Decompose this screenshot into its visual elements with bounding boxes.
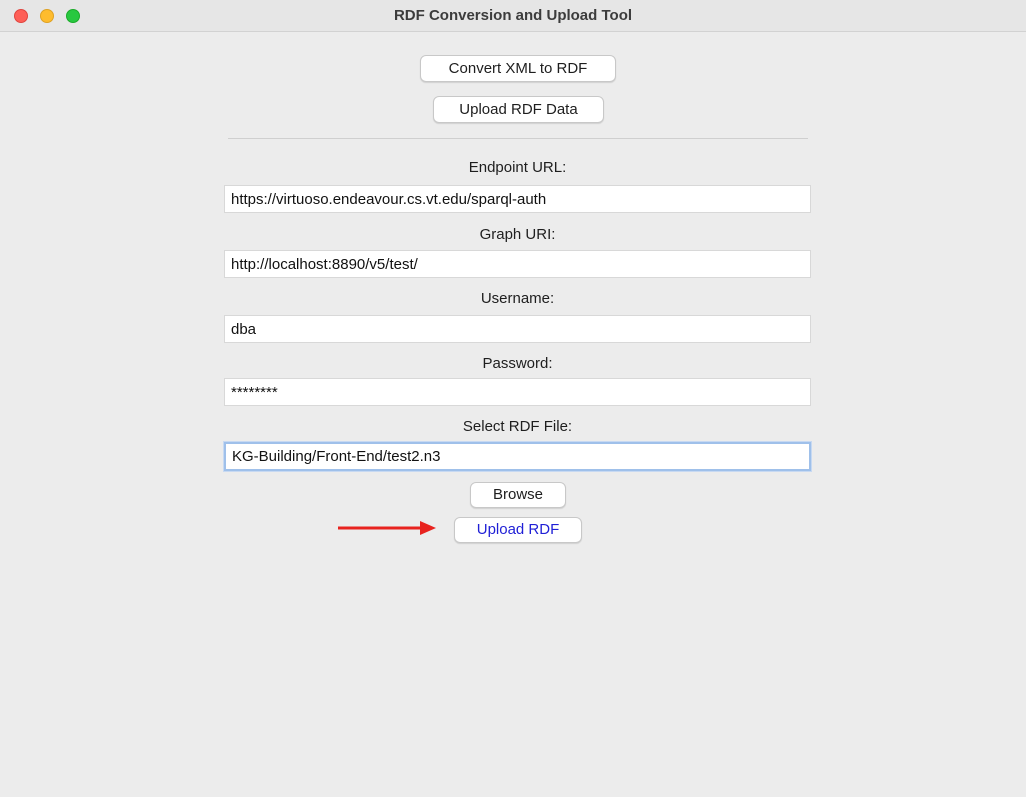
rdf-file-path-input[interactable] xyxy=(224,442,811,471)
endpoint-url-label: Endpoint URL: xyxy=(468,159,567,176)
browse-button[interactable]: Browse xyxy=(470,482,566,508)
upload-rdf-data-button[interactable]: Upload RDF Data xyxy=(433,96,604,123)
endpoint-url-input[interactable] xyxy=(224,185,811,213)
graph-uri-input[interactable] xyxy=(224,250,811,278)
window-title: RDF Conversion and Upload Tool xyxy=(393,7,633,24)
username-input[interactable] xyxy=(224,315,811,343)
app-window: RDF Conversion and Upload Tool Convert X… xyxy=(0,0,1026,797)
username-label: Username: xyxy=(480,290,555,307)
graph-uri-label: Graph URI: xyxy=(479,226,556,243)
password-label: Password: xyxy=(482,355,553,372)
password-input[interactable] xyxy=(224,378,811,406)
right-arrow-icon xyxy=(338,521,436,535)
select-rdf-file-label: Select RDF File: xyxy=(462,418,573,435)
convert-xml-to-rdf-button[interactable]: Convert XML to RDF xyxy=(420,55,616,82)
title-bar: RDF Conversion and Upload Tool xyxy=(0,0,1026,32)
separator xyxy=(228,138,808,139)
upload-rdf-button[interactable]: Upload RDF xyxy=(454,517,582,543)
